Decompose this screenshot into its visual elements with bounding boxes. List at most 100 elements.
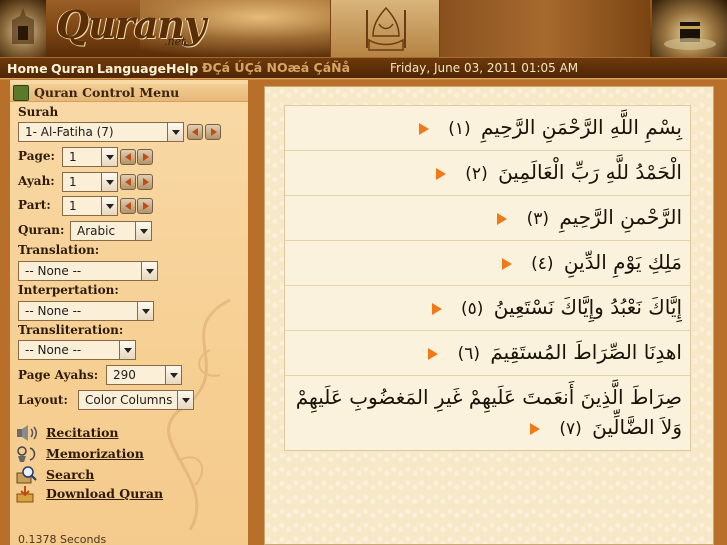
transliteration-label: Transliteration: (18, 323, 124, 337)
header-banner: Qurany .net (0, 0, 727, 57)
page-select[interactable]: 1 (62, 147, 118, 167)
play-ayah-icon[interactable] (501, 257, 513, 270)
ayah-row: صِرَاطَ الَّذِينَ أَنعَمتَ عَلَيهِمْ غَي… (285, 376, 690, 450)
search-link[interactable]: Search (46, 467, 94, 482)
nav-quran-link[interactable]: Quran (51, 61, 94, 76)
sidebar-ornament (167, 298, 231, 531)
play-ayah-icon[interactable] (496, 212, 508, 225)
memorize-icon (17, 446, 36, 462)
play-ayah-icon[interactable] (418, 122, 430, 135)
surah-select-value: 1- Al-Fatiha (7) (25, 125, 114, 139)
play-ayah-icon[interactable] (529, 422, 541, 435)
ayah-label: Ayah: (18, 174, 55, 188)
part-select[interactable]: 1 (62, 196, 118, 216)
ayah-number: (٥) (460, 299, 484, 319)
ayah-number: (١) (448, 119, 471, 139)
ayah-text: صِرَاطَ الَّذِينَ أَنعَمتَ عَلَيهِمْ غَي… (295, 385, 682, 439)
layout-select-value: Color Columns (85, 393, 173, 407)
surah-label: Surah (18, 105, 59, 119)
ayah-list: بِسْمِ اللَّهِ الرَّحْمَنِ الرَّحِيمِ (١… (284, 105, 691, 451)
nav-garbled-text[interactable]: ÐÇá ÚÇá NOæá ÇáÑå (202, 60, 350, 75)
ayah-text: اهدِنَا الصِّرَاطَ المُستَقِيمَ (490, 340, 682, 364)
play-ayah-icon[interactable] (427, 347, 439, 360)
nav-home-link[interactable]: Home (7, 61, 48, 76)
interpretation-select-value: -- None -- (25, 304, 82, 318)
page-ayahs-select-value: 290 (113, 368, 136, 382)
banner-decoration (440, 0, 650, 57)
kaaba-icon (652, 0, 727, 57)
page-prev-button[interactable] (120, 149, 136, 165)
chevron-down-icon (135, 222, 151, 240)
surah-select[interactable]: 1- Al-Fatiha (7) (18, 122, 184, 142)
translation-label: Translation: (18, 243, 100, 257)
part-select-value: 1 (69, 199, 77, 213)
mosque-emblem-icon (330, 0, 440, 57)
page-ayahs-label: Page Ayahs: (18, 368, 99, 382)
layout-label: Layout: (18, 393, 68, 407)
ayah-select[interactable]: 1 (62, 172, 118, 192)
translation-select-value: -- None -- (25, 264, 82, 278)
interpretation-select[interactable]: -- None -- (18, 301, 154, 321)
chevron-down-icon (167, 123, 183, 141)
brand-suffix: .net (164, 35, 186, 48)
memorization-link[interactable]: Memorization (46, 446, 144, 461)
quran-language-select[interactable]: Arabic (70, 221, 152, 241)
chevron-down-icon (101, 197, 117, 215)
quran-select-value: Arabic (77, 224, 116, 238)
nav-language-link[interactable]: Language (97, 61, 166, 76)
ayah-text: الْحَمْدُ للَّهِ رَبِّ الْعَالَمِينَ (498, 160, 682, 184)
chevron-down-icon (119, 341, 135, 359)
ayah-row: إِيَّاكَ نَعْبُدُ وإِيَّاكَ نَسْتَعِينُ … (285, 286, 690, 331)
translation-select[interactable]: -- None -- (18, 261, 158, 281)
interpretation-label: Interpertation: (18, 283, 119, 297)
ayah-number: (٧) (559, 419, 582, 439)
ayah-text: مَلِكِ يَوْمِ الدِّينِ (563, 250, 682, 274)
chevron-down-icon (177, 391, 193, 409)
collapse-toggle-icon[interactable] (13, 85, 29, 101)
surah-prev-button[interactable] (187, 124, 203, 140)
play-ayah-icon[interactable] (435, 167, 447, 180)
page-select-value: 1 (69, 150, 77, 164)
download-quran-link[interactable]: Download Quran (46, 486, 163, 501)
page-load-time: 0.1378 Seconds (18, 533, 107, 545)
sidebar-title: Quran Control Menu (34, 85, 180, 100)
ayah-prev-button[interactable] (120, 174, 136, 190)
ayah-text: بِسْمِ اللَّهِ الرَّحْمَنِ الرَّحِيمِ (480, 115, 682, 139)
ayah-row: مَلِكِ يَوْمِ الدِّينِ (٤) (285, 241, 690, 286)
part-prev-button[interactable] (120, 198, 136, 214)
page-next-button[interactable] (137, 149, 153, 165)
part-next-button[interactable] (137, 198, 153, 214)
ayah-number: (٦) (457, 344, 481, 364)
chevron-down-icon (141, 262, 157, 280)
quran-page: بِسْمِ اللَّهِ الرَّحْمَنِ الرَّحِيمِ (١… (264, 86, 714, 545)
main-nav: Home Quran Language Help ÐÇá ÚÇá NOæá Çá… (0, 57, 727, 79)
ayah-text: إِيَّاكَ نَعْبُدُ وإِيَّاكَ نَسْتَعِينُ (493, 295, 682, 319)
chevron-down-icon (165, 366, 181, 384)
part-label: Part: (18, 198, 51, 212)
page-label: Page: (18, 149, 55, 163)
layout-select[interactable]: Color Columns (78, 390, 194, 410)
ayah-row: اهدِنَا الصِّرَاطَ المُستَقِيمَ (٦) (285, 331, 690, 376)
ayah-text: الرَّحْمنِ الرَّحِيمِ (559, 205, 682, 229)
ayah-number: (٢) (465, 164, 488, 184)
ayah-next-button[interactable] (137, 174, 153, 190)
quran-label: Quran: (18, 223, 65, 237)
surah-next-button[interactable] (205, 124, 221, 140)
page-ayahs-select[interactable]: 290 (106, 365, 182, 385)
control-sidebar: Quran Control Menu Surah 1- Al-Fatiha (7… (0, 80, 258, 545)
current-datetime: Friday, June 03, 2011 01:05 AM (390, 61, 579, 75)
chevron-down-icon (101, 148, 117, 166)
content-frame: بِسْمِ اللَّهِ الرَّحْمَنِ الرَّحِيمِ (١… (258, 80, 727, 545)
recitation-link[interactable]: Recitation (46, 425, 119, 440)
mosque-lamp-icon (0, 0, 46, 57)
ayah-row: الرَّحْمنِ الرَّحِيمِ (٣) (285, 196, 690, 241)
play-ayah-icon[interactable] (431, 302, 443, 315)
chevron-down-icon (101, 173, 117, 191)
ayah-select-value: 1 (69, 175, 77, 189)
transliteration-select-value: -- None -- (25, 343, 82, 357)
search-icon (16, 466, 37, 484)
transliteration-select[interactable]: -- None -- (18, 340, 136, 360)
nav-help-link[interactable]: Help (166, 61, 198, 76)
speaker-icon (17, 425, 37, 441)
ayah-row: بِسْمِ اللَّهِ الرَّحْمَنِ الرَّحِيمِ (١… (285, 106, 690, 151)
